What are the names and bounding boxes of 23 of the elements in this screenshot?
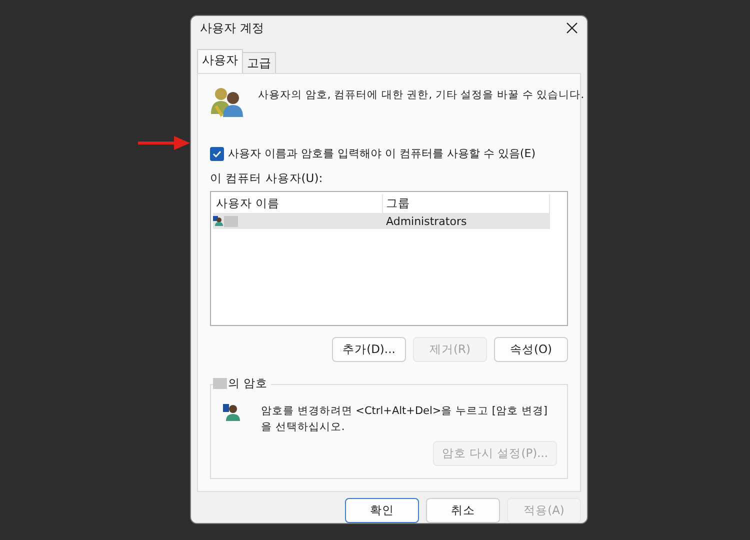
table-cell-text: Administrators <box>385 214 468 228</box>
user-icon <box>223 403 241 421</box>
checkmark-icon <box>212 148 222 158</box>
description-text: 사용자의 암호, 컴퓨터에 대한 권한, 기타 설정을 바꿀 수 있습니다. <box>258 88 584 102</box>
group-title: 의 암호 <box>228 376 268 391</box>
user-icon <box>213 216 223 226</box>
redacted-block <box>213 378 227 389</box>
tab[interactable]: 사용자 <box>197 49 243 73</box>
arrow-icon <box>138 135 190 151</box>
instruction-text: 암호를 변경하려면 <Ctrl+Alt+Del>을 누르고 [암호 변경]을 선택하십시오. <box>261 404 548 435</box>
checkbox[interactable] <box>210 146 224 160</box>
table-row[interactable]: Administrators <box>213 213 550 229</box>
button[interactable]: 취소 <box>426 498 500 523</box>
redacted-block <box>224 216 238 226</box>
window-title: 사용자 계정 <box>200 20 264 36</box>
close-icon[interactable] <box>566 22 578 34</box>
button[interactable]: 확인 <box>345 498 419 523</box>
button[interactable]: 속성(O) <box>494 337 568 362</box>
button[interactable]: 추가(D)... <box>332 337 406 362</box>
checkbox-label: 사용자 이름과 암호를 입력해야 이 컴퓨터를 사용할 수 있음(E) <box>228 146 536 161</box>
tab[interactable]: 고급 <box>242 52 276 73</box>
users-icon <box>210 86 244 118</box>
list-label: 이 컴퓨터 사용자(U): <box>210 171 324 186</box>
